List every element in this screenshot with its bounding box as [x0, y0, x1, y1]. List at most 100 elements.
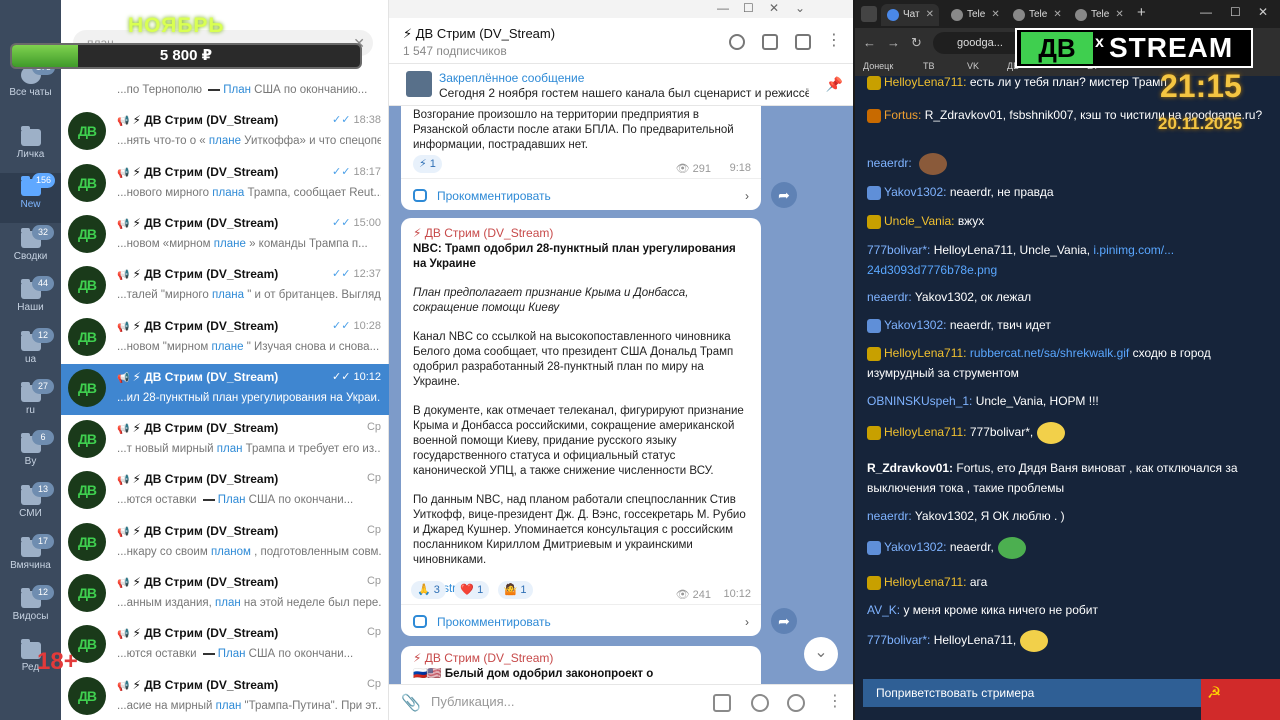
folder-4[interactable]: 32 Сводки: [0, 225, 61, 275]
more-icon[interactable]: ⋮: [826, 30, 842, 50]
discussion-icon[interactable]: [762, 34, 778, 50]
chat-username[interactable]: neaerdr:: [867, 290, 915, 304]
folder-2[interactable]: Личка: [0, 123, 61, 173]
chat-username[interactable]: neaerdr:: [867, 156, 915, 170]
chat-text: есть ли у тебя план? мистер Трамп: [969, 75, 1167, 89]
schedule-icon[interactable]: [713, 694, 731, 712]
message-time: 10:12: [723, 588, 751, 600]
chat-username[interactable]: Yakov1302:: [884, 318, 950, 332]
chat-row[interactable]: ДВ 📢 ⚡ ДВ Стрим (DV_Stream) ✓✓ 12:37 ...талей…: [61, 261, 389, 312]
chat-row[interactable]: ДВ 📢 ⚡ ДВ Стрим (DV_Stream) Ср ...нкару со с…: [61, 518, 389, 569]
maximize-icon[interactable]: ☐: [1230, 5, 1241, 19]
search-highlight: плане: [211, 340, 244, 353]
window-close-icon[interactable]: ✕: [769, 1, 779, 15]
new-tab-icon[interactable]: +: [1137, 4, 1146, 21]
close-tab-icon[interactable]: ✕: [1115, 9, 1123, 20]
reaction[interactable]: 🤷 1: [497, 581, 533, 599]
browser-tab[interactable]: Tele ✕: [1007, 4, 1065, 26]
avatar: ДВ: [68, 266, 106, 305]
chat-row[interactable]: ДВ 📢 ⚡ ДВ Стрим (DV_Stream) ✓✓ 10:28 ...новом…: [61, 313, 389, 364]
chat-username[interactable]: OBNINSKUspeh_1:: [867, 394, 976, 408]
separator: [208, 88, 221, 91]
stream-logo: ДВ x STREAM: [1015, 28, 1253, 68]
sidebar-toggle-icon[interactable]: [795, 34, 811, 50]
chat-username[interactable]: HelloyLena711:: [884, 425, 970, 439]
chat-row[interactable]: ДВ 📢 ⚡ ДВ Стрим (DV_Stream) ✓✓ 18:38 ...нять …: [61, 107, 389, 158]
folder-3[interactable]: 156 New: [0, 173, 61, 223]
folder-8[interactable]: 6 By: [0, 430, 61, 480]
chat-name: ⚡ ДВ Стрим (DV_Stream): [132, 369, 279, 384]
tab-search-icon[interactable]: [861, 6, 877, 22]
chat-username[interactable]: HelloyLena711:: [884, 346, 970, 360]
chat-username[interactable]: Yakov1302:: [884, 185, 950, 199]
unread-badge: 13: [32, 482, 54, 497]
reaction[interactable]: ⚡ 1: [413, 155, 442, 173]
scroll-down-button[interactable]: ⌄: [804, 637, 838, 671]
forward-icon[interactable]: →: [887, 35, 900, 50]
chat-row[interactable]: ДВ 📢 ⚡ ДВ Стрим (DV_Stream) Ср ...ются остав…: [61, 466, 389, 517]
emoji-icon[interactable]: [787, 694, 805, 712]
avatar: ДВ: [68, 522, 106, 561]
folder-5[interactable]: 44 Наши: [0, 276, 61, 326]
send-options-icon[interactable]: ⋮: [827, 691, 843, 711]
chat-username[interactable]: neaerdr:: [867, 509, 915, 523]
minimize-icon[interactable]: —: [1200, 5, 1212, 19]
browser-tab[interactable]: Tele ✕: [945, 4, 1003, 26]
message-author[interactable]: ⚡ ДВ Стрим (DV_Stream): [401, 218, 761, 240]
chat-username[interactable]: Uncle_Vania:: [884, 214, 958, 228]
chat-username[interactable]: HelloyLena711:: [884, 575, 970, 589]
bookmark[interactable]: Донецк: [863, 61, 893, 71]
share-button[interactable]: ➦: [771, 608, 797, 634]
close-tab-icon[interactable]: ✕: [991, 9, 999, 20]
attach-icon[interactable]: 📎: [401, 693, 421, 713]
message-input[interactable]: Публикация...: [431, 694, 514, 709]
chat-username[interactable]: HelloyLena711:: [884, 75, 970, 89]
notification-bell-icon[interactable]: [751, 694, 769, 712]
maximize-icon[interactable]: ☐: [743, 1, 754, 15]
chat-title: 📢 ⚡ ДВ Стрим (DV_Stream): [117, 370, 317, 384]
chat-username[interactable]: 777bolivar*:: [867, 633, 934, 647]
preview-text: ...анным издания,: [117, 597, 215, 609]
browser-tab[interactable]: Чат ✕: [881, 4, 939, 26]
folder-6[interactable]: 12 ua: [0, 328, 61, 378]
more-window-icon[interactable]: ⌄: [795, 1, 805, 15]
close-tab-icon[interactable]: ✕: [926, 9, 934, 20]
chat-row[interactable]: ДВ 📢 ⚡ ДВ Стрим (DV_Stream) ✓✓ 18:17 ...новог…: [61, 159, 389, 210]
folder-7[interactable]: 27 ru: [0, 379, 61, 429]
chat-username[interactable]: Yakov1302:: [884, 540, 950, 554]
channel-title[interactable]: ⚡ ДВ Стрим (DV_Stream): [403, 26, 555, 42]
back-icon[interactable]: ←: [863, 35, 876, 50]
reaction[interactable]: ❤️ 1: [454, 581, 490, 599]
search-icon[interactable]: [729, 34, 745, 50]
comment-button[interactable]: Прокомментировать ›: [401, 178, 761, 212]
pinned-message[interactable]: Закреплённое сообщение Сегодня 2 ноября …: [389, 64, 853, 106]
chat-row[interactable]: ДВ 📢 ⚡ ДВ Стрим (DV_Stream) Ср ...т новый ми…: [61, 415, 389, 466]
window-close-icon[interactable]: ✕: [1258, 5, 1268, 19]
chat-row[interactable]: ДВ 📢 ⚡ ДВ Стрим (DV_Stream) ✓✓ 10:12 ...ил 28…: [61, 363, 389, 415]
share-button[interactable]: ➦: [771, 182, 797, 208]
browser-tab[interactable]: Tele ✕: [1069, 4, 1127, 26]
bookmark[interactable]: VK: [967, 61, 979, 71]
comment-button[interactable]: Прокомментировать ›: [401, 604, 761, 638]
chat-title: 📢 ⚡ ДВ Стрим (DV_Stream): [117, 319, 317, 333]
chat-link[interactable]: rubbercat.net/sa/shrekwalk.gif: [970, 346, 1133, 360]
chat-username[interactable]: Fortus:: [884, 108, 925, 122]
message-author[interactable]: ⚡ ДВ Стрим (DV_Stream): [401, 646, 761, 665]
chat-row[interactable]: ДВ 📢 ⚡ ДВ Стрим (DV_Stream) Ср ...анным изда…: [61, 569, 389, 620]
chat-username[interactable]: 777bolivar*:: [867, 243, 934, 257]
chat-row[interactable]: ДВ 📢 ⚡ ДВ Стрим (DV_Stream) Ср ...асие на ми…: [61, 672, 389, 720]
chat-username[interactable]: R_Zdravkov01:: [867, 461, 956, 475]
bookmark[interactable]: ТВ: [923, 61, 935, 71]
chat-username[interactable]: AV_K:: [867, 603, 903, 617]
folder-9[interactable]: 13 СМИ: [0, 482, 61, 532]
reload-icon[interactable]: ↻: [911, 35, 922, 51]
pin-icon[interactable]: 📌: [826, 76, 843, 93]
minimize-icon[interactable]: —: [717, 1, 729, 15]
chat-row[interactable]: ДВ 📢 ⚡ ДВ Стрим (DV_Stream) ✓✓ 15:00 ...новом…: [61, 210, 389, 261]
close-tab-icon[interactable]: ✕: [1053, 9, 1061, 20]
folder-11[interactable]: 12 Видосы: [0, 585, 61, 635]
folder-10[interactable]: 17 Вмячина: [0, 534, 61, 584]
chat-row[interactable]: ДВ 📢 ⚡ ДВ Стрим (DV_Stream) Ср ...ются остав…: [61, 620, 389, 671]
chat-message: Uncle_Vania: вжух: [867, 211, 1267, 231]
reaction[interactable]: 🙏 3: [411, 581, 446, 599]
